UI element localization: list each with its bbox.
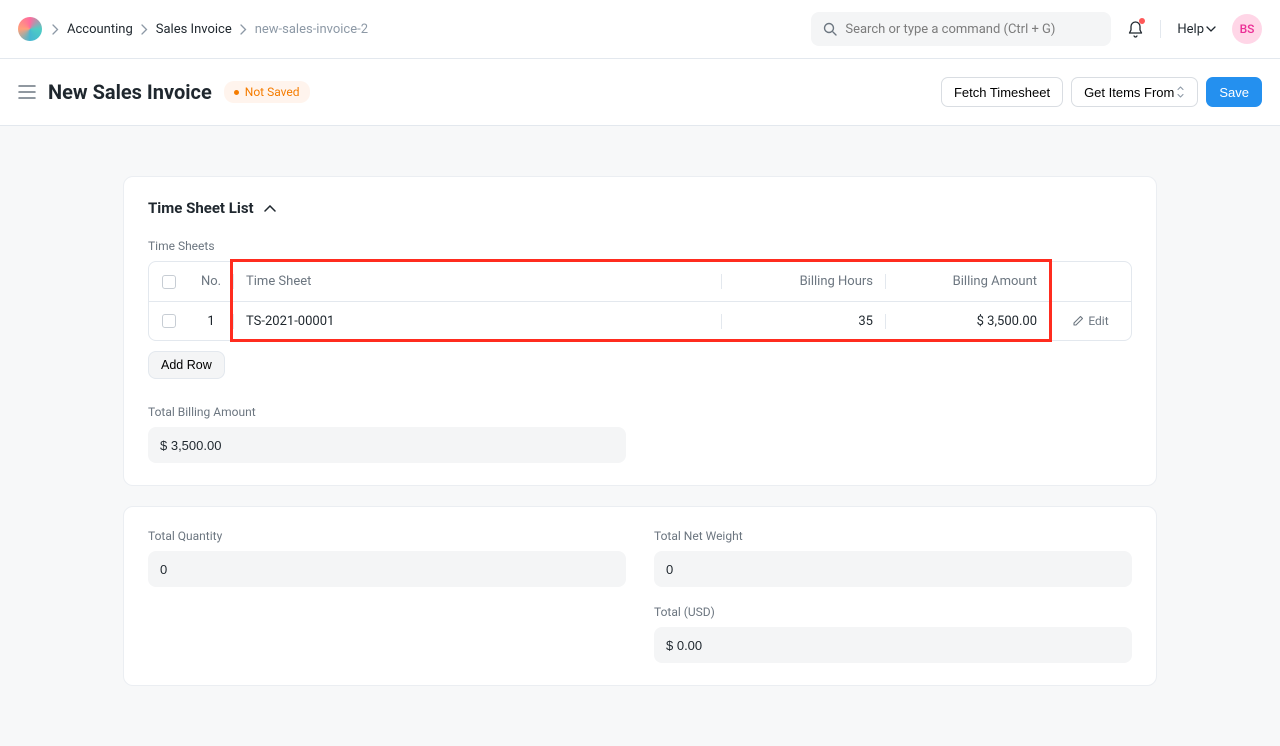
total-billing-amount-field[interactable] (148, 427, 626, 463)
avatar[interactable]: BS (1232, 14, 1262, 44)
timesheet-card: Time Sheet List Time Sheets No. Time She… (123, 176, 1157, 486)
search-input[interactable]: Search or type a command (Ctrl + G) (811, 12, 1111, 46)
breadcrumb-item-accounting[interactable]: Accounting (67, 22, 133, 37)
total-net-weight-field[interactable] (654, 551, 1132, 587)
app-logo-icon[interactable] (18, 17, 42, 41)
total-quantity-label: Total Quantity (148, 529, 626, 543)
row-billing-amount[interactable]: $ 3,500.00 (885, 314, 1049, 329)
select-all-checkbox[interactable] (162, 275, 176, 289)
help-dropdown[interactable]: Help (1177, 22, 1216, 37)
chevron-right-icon (141, 24, 148, 35)
status-badge: Not Saved (224, 81, 310, 103)
breadcrumb-item-sales-invoice[interactable]: Sales Invoice (156, 22, 232, 37)
row-edit-button[interactable]: Edit (1049, 314, 1131, 328)
content-area: Time Sheet List Time Sheets No. Time She… (0, 126, 1280, 746)
section-title[interactable]: Time Sheet List (148, 199, 1132, 217)
add-row-button[interactable]: Add Row (148, 351, 225, 379)
col-no: No. (189, 274, 233, 289)
status-label: Not Saved (245, 85, 300, 99)
search-placeholder: Search or type a command (Ctrl + G) (845, 22, 1055, 37)
help-label: Help (1177, 22, 1204, 37)
fetch-timesheet-button[interactable]: Fetch Timesheet (941, 77, 1063, 107)
pencil-icon (1072, 315, 1084, 327)
section-title-text: Time Sheet List (148, 199, 254, 217)
row-timesheet[interactable]: TS-2021-00001 (233, 314, 721, 329)
total-usd-label: Total (USD) (654, 605, 1132, 619)
col-timesheet: Time Sheet (233, 274, 721, 289)
row-billing-hours[interactable]: 35 (721, 314, 885, 329)
chevron-up-icon (264, 205, 276, 212)
table-row[interactable]: 1 TS-2021-00001 35 $ 3,500.00 Edit (149, 301, 1131, 340)
total-billing-amount-label: Total Billing Amount (148, 405, 626, 419)
divider (1160, 20, 1161, 38)
sort-icon (1176, 86, 1185, 98)
save-button[interactable]: Save (1206, 77, 1262, 107)
chevron-right-icon (240, 24, 247, 35)
col-billing-hours: Billing Hours (721, 274, 885, 289)
page-title: New Sales Invoice (48, 80, 212, 104)
total-quantity-field[interactable] (148, 551, 626, 587)
get-items-label: Get Items From (1084, 85, 1174, 100)
totals-card: Total Quantity Total Net Weight Total (U… (123, 506, 1157, 686)
search-icon (823, 22, 837, 36)
notification-dot-icon (1139, 18, 1145, 24)
navbar: Accounting Sales Invoice new-sales-invoi… (0, 0, 1280, 59)
breadcrumb: Accounting Sales Invoice new-sales-invoi… (52, 22, 368, 37)
page-header: New Sales Invoice Not Saved Fetch Timesh… (0, 59, 1280, 126)
timesheet-table: No. Time Sheet Billing Hours Billing Amo… (148, 261, 1132, 341)
table-header: No. Time Sheet Billing Hours Billing Amo… (149, 262, 1131, 301)
notifications-icon[interactable] (1127, 20, 1144, 38)
status-dot-icon (234, 90, 239, 95)
row-no: 1 (189, 314, 233, 329)
chevron-down-icon (1206, 26, 1216, 32)
row-checkbox[interactable] (162, 314, 176, 328)
edit-label: Edit (1088, 314, 1108, 328)
breadcrumb-current: new-sales-invoice-2 (255, 22, 368, 37)
menu-toggle-icon[interactable] (18, 85, 36, 99)
total-net-weight-label: Total Net Weight (654, 529, 1132, 543)
chevron-right-icon (52, 24, 59, 35)
col-billing-amount: Billing Amount (885, 274, 1049, 289)
time-sheets-label: Time Sheets (148, 239, 1132, 253)
total-usd-field[interactable] (654, 627, 1132, 663)
get-items-from-button[interactable]: Get Items From (1071, 77, 1198, 107)
